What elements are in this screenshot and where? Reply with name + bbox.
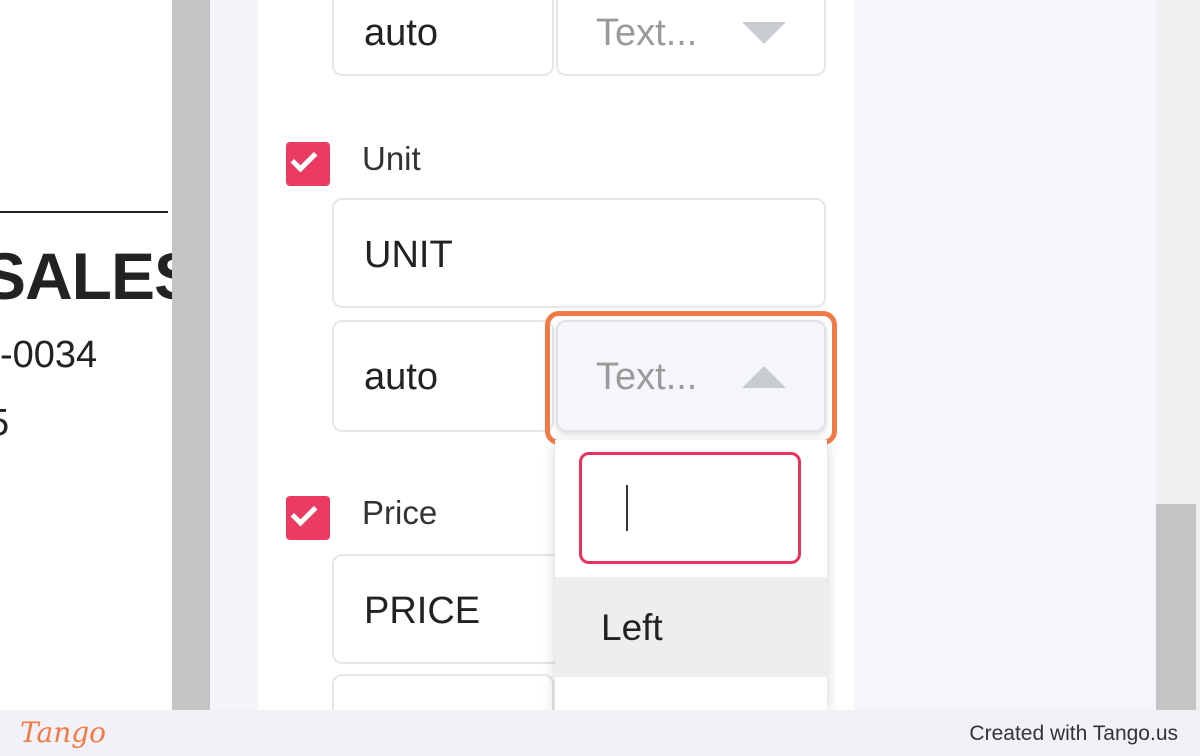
caret-down-icon: [742, 22, 786, 44]
top-width-value: auto: [364, 12, 438, 54]
dropdown-option-left[interactable]: Left: [555, 577, 827, 677]
document-divider: [0, 211, 168, 213]
canvas-background: [854, 0, 1156, 710]
dropdown-search-input[interactable]: [579, 452, 801, 564]
price-label: Price: [362, 494, 438, 531]
tango-logo: Tango: [20, 716, 107, 749]
price-checkbox[interactable]: [286, 496, 330, 540]
document-preview: SALES -0034 5: [0, 0, 172, 710]
unit-header-input[interactable]: UNIT: [332, 198, 826, 308]
step-highlight: [545, 311, 837, 445]
panel-gutter: [210, 0, 258, 710]
document-phone: -0034: [0, 334, 98, 376]
unit-width-input[interactable]: auto: [332, 320, 554, 432]
document-text: 5: [0, 402, 9, 445]
price-header-value: PRICE: [364, 590, 481, 632]
top-align-select[interactable]: Text...: [556, 0, 826, 76]
top-width-input[interactable]: auto: [332, 0, 554, 76]
unit-header-value: UNIT: [364, 234, 453, 276]
dropdown-option-label: Left: [601, 607, 663, 648]
unit-width-value: auto: [364, 356, 438, 398]
align-dropdown: Left: [555, 440, 827, 710]
preview-scrollbar[interactable]: [172, 0, 210, 710]
scrollbar-thumb[interactable]: [1156, 504, 1196, 710]
unit-checkbox[interactable]: [286, 142, 330, 186]
unit-label: Unit: [362, 140, 421, 177]
checkmark-icon: [290, 499, 318, 527]
footer-credit: Created with Tango.us: [969, 722, 1178, 745]
text-cursor: [626, 485, 628, 531]
document-title: SALES: [0, 239, 172, 313]
checkmark-icon: [290, 145, 318, 173]
top-align-placeholder: Text...: [596, 12, 698, 54]
footer: Tango Created with Tango.us: [0, 710, 1200, 756]
